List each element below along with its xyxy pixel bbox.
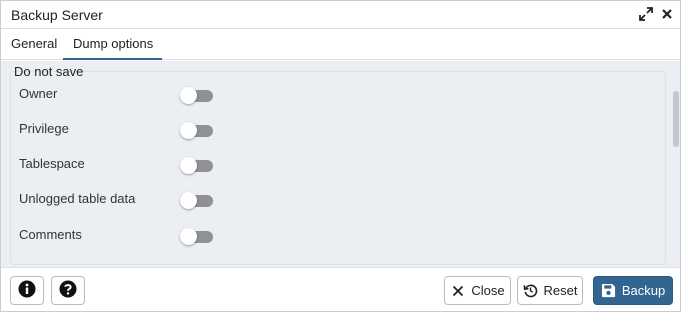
option-label: Owner — [19, 86, 58, 101]
backup-server-dialog: Backup Server General Dump options Do no… — [0, 0, 681, 312]
help-button[interactable] — [51, 276, 85, 305]
info-icon — [18, 280, 36, 301]
option-row-comments: Comments — [19, 225, 659, 245]
unlogged-table-data-toggle[interactable] — [180, 192, 213, 209]
option-label: Tablespace — [19, 156, 85, 171]
tab-dump-options[interactable]: Dump options — [62, 29, 163, 60]
option-row-owner: Owner — [19, 84, 659, 104]
tab-general[interactable]: General — [11, 29, 57, 60]
close-icon[interactable] — [659, 6, 675, 22]
reset-icon — [523, 283, 539, 299]
tab-bar: General Dump options — [1, 29, 680, 60]
reset-button[interactable]: Reset — [517, 276, 583, 305]
dialog-title: Backup Server — [11, 7, 103, 23]
option-row-unlogged-table-data: Unlogged table data — [19, 189, 659, 209]
option-row-tablespace: Tablespace — [19, 154, 659, 174]
privilege-toggle[interactable] — [180, 122, 213, 139]
option-label: Privilege — [19, 121, 69, 136]
reset-button-label: Reset — [543, 283, 578, 298]
scrollbar-thumb[interactable] — [673, 91, 679, 147]
option-label: Comments — [19, 227, 82, 242]
comments-toggle[interactable] — [180, 228, 213, 245]
dump-options-panel: Do not save Owner Privilege Tablespace U… — [1, 61, 680, 267]
option-row-privilege: Privilege — [19, 119, 659, 139]
do-not-save-legend: Do not save — [14, 64, 84, 79]
owner-toggle[interactable] — [180, 87, 213, 104]
close-button-label: Close — [471, 283, 505, 298]
title-bar[interactable]: Backup Server — [1, 1, 680, 29]
tablespace-toggle[interactable] — [180, 157, 213, 174]
expand-icon[interactable] — [638, 6, 654, 22]
backup-button-label: Backup — [621, 283, 666, 298]
dialog-footer: Close Reset Backup — [1, 267, 680, 311]
help-icon — [59, 280, 77, 301]
save-icon — [601, 283, 617, 299]
option-label: Unlogged table data — [19, 191, 136, 206]
close-button[interactable]: Close — [444, 276, 511, 305]
close-icon — [450, 283, 466, 299]
vertical-scrollbar[interactable] — [672, 61, 680, 267]
info-button[interactable] — [10, 276, 44, 305]
backup-button[interactable]: Backup — [593, 276, 673, 305]
